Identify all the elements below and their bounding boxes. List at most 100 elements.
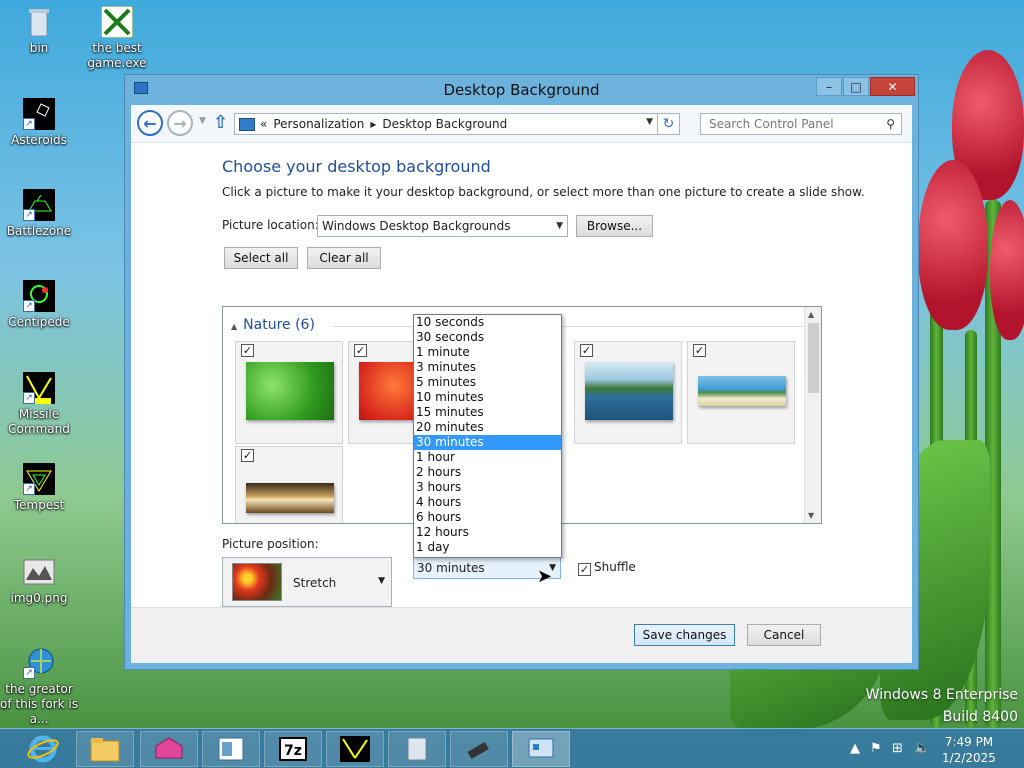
interval-option[interactable]: 1 day bbox=[414, 540, 561, 555]
interval-option[interactable]: 15 minutes bbox=[414, 405, 561, 420]
picture-checkbox[interactable]: ✓ bbox=[354, 344, 367, 357]
select-all-button[interactable]: Select all bbox=[224, 247, 298, 269]
back-arrow-icon: ← bbox=[143, 113, 157, 133]
taskbar-file-explorer[interactable] bbox=[76, 731, 134, 767]
back-button[interactable]: ← bbox=[137, 110, 163, 136]
taskbar-7zip[interactable]: 7z bbox=[264, 731, 322, 767]
window-controls: – □ ✕ bbox=[815, 77, 915, 96]
navigation-bar: ← → ▼ ⇧ « Personalization ▸ Desktop Back… bbox=[131, 105, 912, 143]
interval-option[interactable]: 5 minutes bbox=[414, 375, 561, 390]
clock-time: 7:49 PM bbox=[944, 735, 994, 749]
picture-location-select[interactable]: Windows Desktop Backgrounds ▼ bbox=[317, 215, 568, 237]
recent-pages-button[interactable]: ▼ bbox=[199, 116, 206, 126]
shortcut-arrow-icon: ↗ bbox=[23, 209, 35, 221]
maximize-button[interactable]: □ bbox=[843, 77, 869, 96]
network-icon[interactable]: ⊞ bbox=[892, 741, 903, 756]
picture-tile-sunset[interactable]: ✓ bbox=[235, 446, 343, 523]
clear-all-button[interactable]: Clear all bbox=[307, 247, 381, 269]
collapse-triangle-icon: ▲ bbox=[231, 322, 238, 331]
picture-tile-island[interactable]: ✓ bbox=[574, 341, 682, 444]
interval-option[interactable]: 12 hours bbox=[414, 525, 561, 540]
sunset-thumbnail bbox=[246, 483, 334, 513]
shortcut-arrow-icon: ↗ bbox=[23, 483, 35, 495]
chevron-down-icon[interactable]: ▼ bbox=[646, 117, 653, 127]
dialog-footer: Save changes Cancel bbox=[131, 607, 912, 663]
picture-checkbox[interactable]: ✓ bbox=[241, 449, 254, 462]
desktop-icon-missile-command[interactable]: ↗ Missile Command bbox=[0, 372, 80, 437]
interval-option[interactable]: 30 seconds bbox=[414, 330, 561, 345]
volume-muted-icon[interactable]: 🔈 bbox=[914, 741, 930, 756]
desktop-icon-the-best-game[interactable]: the best game.exe bbox=[76, 5, 158, 71]
interval-option[interactable]: 20 minutes bbox=[414, 420, 561, 435]
interval-option[interactable]: 3 hours bbox=[414, 480, 561, 495]
desktop-icon-centipede[interactable]: ↗ Centipede bbox=[0, 280, 80, 330]
taskbar-app-window[interactable] bbox=[202, 731, 260, 767]
interval-dropdown-list[interactable]: 10 seconds 30 seconds 1 minute 3 minutes 5 m… bbox=[413, 314, 562, 558]
browse-button[interactable]: Browse... bbox=[576, 215, 653, 237]
breadcrumb-overflow[interactable]: « bbox=[260, 117, 267, 131]
interval-option[interactable]: 1 minute bbox=[414, 345, 561, 360]
picture-checkbox[interactable]: ✓ bbox=[580, 344, 593, 357]
desktop-icon-battlezone[interactable]: ↗ Battlezone bbox=[0, 189, 80, 239]
taskbar-control-panel[interactable] bbox=[512, 731, 570, 767]
shortcut-arrow-icon: ↗ bbox=[23, 300, 35, 312]
picture-checkbox[interactable]: ✓ bbox=[693, 344, 706, 357]
desktop-icon-greator[interactable]: ↗ the greator of this fork is a... bbox=[0, 647, 80, 727]
picture-position-label: Picture position: bbox=[222, 537, 319, 551]
breadcrumb-desktop-background[interactable]: Desktop Background bbox=[382, 117, 507, 131]
title-bar[interactable]: Desktop Background – □ ✕ bbox=[125, 75, 918, 105]
picture-tile-clover[interactable]: ✓ bbox=[235, 341, 343, 444]
taskbar-recycle-app[interactable] bbox=[388, 731, 446, 767]
clock[interactable]: 7:49 PM 1/2/2025 bbox=[934, 734, 1004, 766]
picture-tile-beach[interactable]: ✓ bbox=[687, 341, 795, 444]
interval-option[interactable]: 30 minutes bbox=[414, 435, 561, 450]
group-header-nature[interactable]: ▲ Nature (6) bbox=[231, 317, 315, 333]
asteroids-icon: ↗ bbox=[23, 98, 55, 130]
cancel-button[interactable]: Cancel bbox=[747, 624, 821, 646]
up-button[interactable]: ⇧ bbox=[213, 112, 228, 133]
minimize-button[interactable]: – bbox=[816, 77, 842, 96]
taskbar-app-pink[interactable] bbox=[140, 731, 198, 767]
interval-option[interactable]: 6 hours bbox=[414, 510, 561, 525]
desktop-icon-label: Centipede bbox=[8, 315, 70, 329]
picture-position-select[interactable]: Stretch ▼ bbox=[222, 557, 392, 607]
desktop-icon-tempest[interactable]: ↗ Tempest bbox=[0, 463, 80, 513]
taskbar-missile-command[interactable] bbox=[326, 731, 384, 767]
close-button[interactable]: ✕ bbox=[870, 77, 915, 96]
position-preview-thumbnail bbox=[232, 563, 282, 601]
show-hidden-icons-icon[interactable]: ▲ bbox=[850, 741, 860, 756]
scroll-down-icon[interactable]: ▼ bbox=[808, 511, 814, 520]
shuffle-checkbox[interactable]: ✓ Shuffle bbox=[578, 560, 636, 576]
gallery-scrollbar[interactable]: ▲ ▼ bbox=[804, 307, 821, 523]
image-file-icon bbox=[23, 556, 55, 588]
action-center-flag-icon[interactable]: ⚑ bbox=[870, 741, 882, 756]
picture-checkbox[interactable]: ✓ bbox=[241, 344, 254, 357]
breadcrumb-separator-icon: ▸ bbox=[370, 117, 377, 131]
main-content: Choose your desktop background Click a p… bbox=[131, 143, 912, 663]
picture-position-value: Stretch bbox=[293, 576, 337, 590]
taskbar-ie[interactable] bbox=[14, 731, 72, 767]
breadcrumb-personalization[interactable]: Personalization bbox=[273, 117, 364, 131]
interval-option[interactable]: 3 minutes bbox=[414, 360, 561, 375]
refresh-button[interactable]: ↻ bbox=[658, 113, 680, 135]
shuffle-label: Shuffle bbox=[594, 560, 636, 574]
scrollbar-thumb[interactable] bbox=[808, 323, 819, 393]
interval-option[interactable]: 2 hours bbox=[414, 465, 561, 480]
interval-option[interactable]: 4 hours bbox=[414, 495, 561, 510]
svg-text:7z: 7z bbox=[284, 743, 302, 759]
address-bar[interactable]: « Personalization ▸ Desktop Background ▼ bbox=[234, 113, 658, 135]
interval-option[interactable]: 10 seconds bbox=[414, 315, 561, 330]
desktop-icon-asteroids[interactable]: ↗ Asteroids bbox=[0, 98, 80, 148]
forward-button[interactable]: → bbox=[167, 110, 193, 136]
interval-option[interactable]: 10 minutes bbox=[414, 390, 561, 405]
search-input[interactable]: Search Control Panel ⚲ bbox=[700, 113, 902, 135]
desktop-icon-img0[interactable]: img0.png bbox=[0, 556, 80, 606]
desktop-icon-bin[interactable]: bin bbox=[0, 6, 80, 56]
search-icon[interactable]: ⚲ bbox=[886, 114, 895, 134]
desktop-icon-label: the greator of this fork is a... bbox=[0, 682, 78, 726]
scroll-up-icon[interactable]: ▲ bbox=[808, 310, 814, 319]
interval-option[interactable]: 1 hour bbox=[414, 450, 561, 465]
save-changes-button[interactable]: Save changes bbox=[634, 624, 735, 646]
pink-app-icon bbox=[155, 737, 183, 759]
taskbar-usb-drive[interactable] bbox=[450, 731, 508, 767]
